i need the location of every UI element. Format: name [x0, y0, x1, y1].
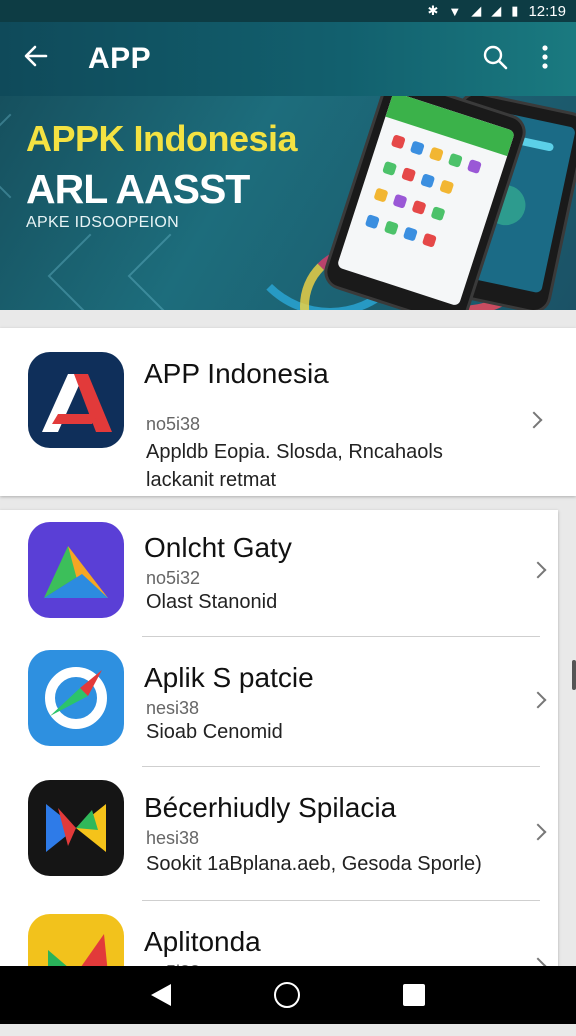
app-size: no5i38: [146, 414, 201, 434]
app-icon: [28, 780, 124, 876]
app-indonesia-icon: [28, 352, 124, 448]
banner-title: APPK Indonesia: [26, 118, 298, 159]
status-time: 12:19: [528, 2, 566, 20]
app-name: APP Indonesia: [144, 358, 329, 389]
app-description: Appldb Eopia. Slosda, Rncahaols lackanit…: [146, 441, 443, 491]
list-divider: [142, 766, 540, 767]
featured-app-card[interactable]: APP Indonesia no5i38 Appldb Eopia. Slosd…: [0, 328, 576, 496]
banner-tagline: APKE IDSOOPEION: [26, 214, 179, 231]
app-name: Onlcht Gaty: [144, 532, 292, 563]
app-description: Olast Stanonid: [146, 591, 278, 613]
app-size: no5i32: [146, 568, 201, 588]
app-description: Sioab Cenomid: [146, 721, 283, 743]
signal-icon-2: ◢: [491, 3, 502, 18]
back-arrow-icon[interactable]: [22, 42, 52, 76]
nav-recents-icon[interactable]: [402, 984, 425, 1006]
signal-icon: ◢: [471, 3, 482, 18]
decor-chevron: [47, 233, 133, 310]
app-icon: [28, 650, 124, 746]
app-description: Sookit 1aBplana.aeb, Gesoda Sporle): [146, 853, 482, 875]
chevron-right-icon: [525, 411, 543, 429]
app-icon: [28, 522, 124, 618]
battery-icon: ▮: [511, 3, 519, 18]
list-divider: [142, 900, 540, 901]
status-bar: ✱ ▼ ◢ ◢ ▮ 12:19: [0, 0, 576, 22]
scrollbar[interactable]: [572, 660, 576, 690]
bluetooth-icon: ✱: [427, 3, 439, 18]
search-icon[interactable]: [482, 44, 508, 75]
app-toolbar: APP: [0, 22, 576, 96]
app-size: nesi38: [146, 698, 200, 718]
app-size: hesi38: [146, 828, 200, 848]
app-list-item[interactable]: Onlcht Gaty no5i32 Olast Stanonid: [0, 510, 558, 640]
app-list-item[interactable]: Aplik S patcie nesi38 Sioab Cenomid: [0, 640, 558, 770]
promo-banner[interactable]: APPK Indonesia ARL AASST APKE IDSOOPEION: [0, 96, 576, 310]
wifi-icon: ▼: [448, 3, 462, 19]
chevron-right-icon: [529, 691, 547, 709]
nav-back-icon[interactable]: [151, 984, 172, 1006]
banner-subtitle: ARL AASST: [26, 166, 250, 212]
app-name: Aplik S patcie: [144, 662, 314, 693]
system-nav-bar: [0, 966, 576, 1024]
more-options-icon[interactable]: [538, 44, 552, 75]
chevron-right-icon: [529, 823, 547, 841]
app-list-card: Onlcht Gaty no5i32 Olast Stanonid Aplik …: [0, 510, 558, 1010]
toolbar-title: APP: [88, 42, 152, 75]
app-name: Bécerhiudly Spilacia: [144, 792, 397, 823]
app-name: Aplitonda: [144, 926, 261, 957]
chevron-right-icon: [529, 561, 547, 579]
decor-chevron: [127, 233, 213, 310]
nav-home-icon[interactable]: [273, 982, 300, 1008]
app-list-item[interactable]: Bécerhiudly Spilacia hesi38 Sookit 1aBpl…: [0, 772, 558, 902]
list-divider: [142, 636, 540, 637]
